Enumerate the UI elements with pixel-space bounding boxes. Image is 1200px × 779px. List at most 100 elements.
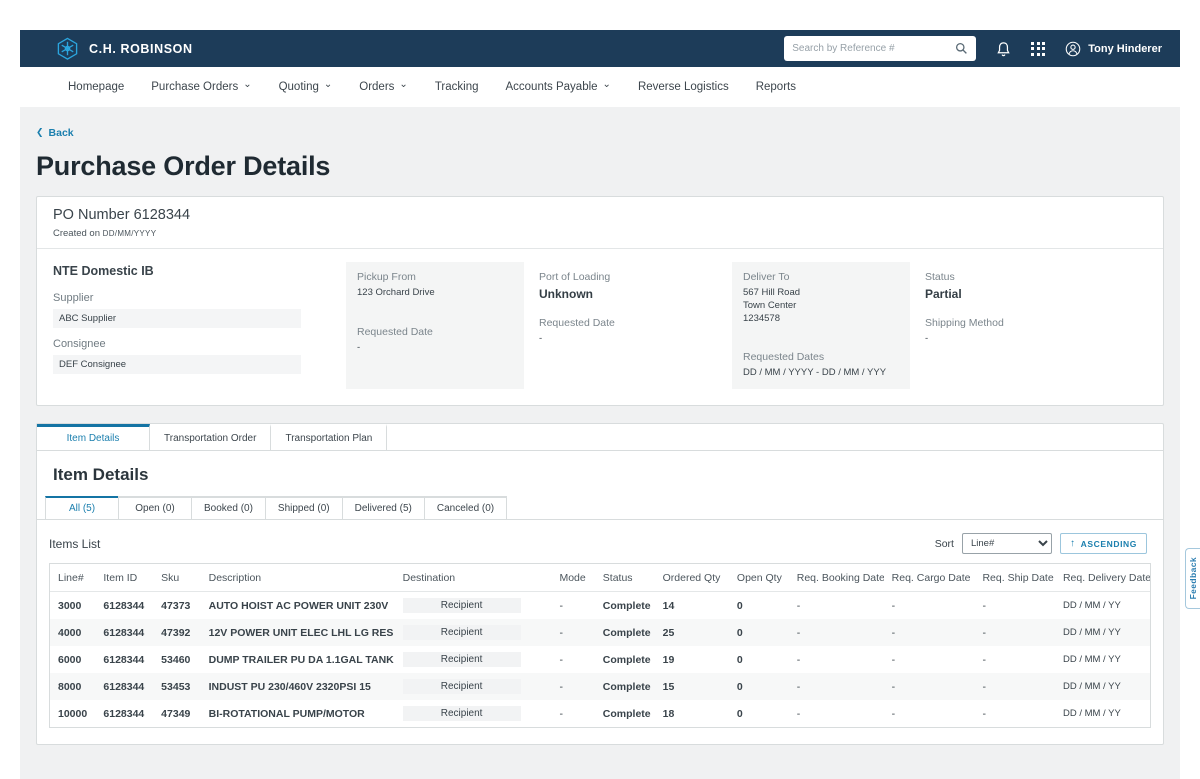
- cell-req-delivery-date: DD / MM / YY: [1055, 619, 1150, 646]
- cell-status: Complete: [595, 673, 655, 700]
- chevron-down-icon: ⌄: [603, 82, 611, 88]
- nav-label: Accounts Payable: [505, 81, 597, 93]
- cell-open-qty: 0: [729, 673, 789, 700]
- brand-logo[interactable]: C.H. ROBINSON: [56, 37, 193, 60]
- cell-req-delivery-date: DD / MM / YY: [1055, 700, 1150, 727]
- sort-direction-button[interactable]: ↑ ASCENDING: [1060, 533, 1147, 554]
- cell-item-id: 6128344: [95, 592, 153, 620]
- tab-label: Transportation Order: [164, 433, 256, 444]
- items-table: Line# Item ID Sku Description Destinatio…: [50, 564, 1150, 727]
- nav-item-reports[interactable]: Reports: [756, 81, 796, 93]
- arrow-up-icon: ↑: [1070, 538, 1076, 549]
- nav-label: Tracking: [435, 81, 479, 93]
- supplier-label: Supplier: [53, 292, 331, 304]
- table-row[interactable]: 3000 6128344 47373 AUTO HOIST AC POWER U…: [50, 592, 1150, 620]
- table-row[interactable]: 4000 6128344 47392 12V POWER UNIT ELEC L…: [50, 619, 1150, 646]
- cell-destination: Recipient: [395, 619, 552, 646]
- port-of-loading-label: Port of Loading: [539, 271, 717, 283]
- cell-req-delivery-date: DD / MM / YY: [1055, 673, 1150, 700]
- nav-item-quoting[interactable]: Quoting ⌄: [279, 81, 333, 93]
- sort-select[interactable]: Line#: [962, 533, 1052, 554]
- filter-tab-label: Canceled (0): [437, 503, 494, 514]
- port-of-loading-value: Unknown: [539, 287, 717, 301]
- chevron-down-icon: ⌄: [324, 82, 332, 88]
- nav-item-accounts-payable[interactable]: Accounts Payable ⌄: [505, 81, 610, 93]
- cell-item-id: 6128344: [95, 619, 153, 646]
- notifications-bell-icon[interactable]: [996, 41, 1011, 57]
- col-open-qty: Open Qty: [729, 564, 789, 592]
- brand-name: C.H. ROBINSON: [89, 42, 193, 56]
- search-input[interactable]: [792, 43, 955, 54]
- filter-tab-open[interactable]: Open (0): [118, 496, 192, 519]
- nav-item-orders[interactable]: Orders ⌄: [359, 81, 408, 93]
- cell-description: BI-ROTATIONAL PUMP/MOTOR: [201, 700, 395, 727]
- table-row[interactable]: 10000 6128344 47349 BI-ROTATIONAL PUMP/M…: [50, 700, 1150, 727]
- cell-item-id: 6128344: [95, 700, 153, 727]
- shipping-method-label: Shipping Method: [925, 317, 1004, 329]
- item-filter-tabs: All (5) Open (0) Booked (0) Shipped (0) …: [37, 496, 1163, 520]
- filter-tab-booked[interactable]: Booked (0): [191, 496, 266, 519]
- app-grid-icon[interactable]: [1031, 42, 1045, 56]
- tab-transportation-plan[interactable]: Transportation Plan: [271, 424, 387, 450]
- global-search[interactable]: [784, 36, 976, 61]
- nav-label: Orders: [359, 81, 394, 93]
- cell-ordered-qty: 19: [655, 646, 729, 673]
- table-row[interactable]: 8000 6128344 53453 INDUST PU 230/460V 23…: [50, 673, 1150, 700]
- port-of-loading-column: Port of Loading Unknown Requested Date -: [539, 262, 717, 389]
- shipping-method-value: -: [925, 333, 1004, 346]
- destination-value: Recipient: [403, 679, 521, 694]
- filter-tab-shipped[interactable]: Shipped (0): [265, 496, 343, 519]
- cell-description: AUTO HOIST AC POWER UNIT 230V: [201, 592, 395, 620]
- filter-tab-canceled[interactable]: Canceled (0): [424, 496, 507, 519]
- cell-line: 4000: [50, 619, 95, 646]
- filter-tab-delivered[interactable]: Delivered (5): [342, 496, 425, 519]
- user-menu[interactable]: Tony Hinderer: [1065, 41, 1162, 57]
- pickup-from-label: Pickup From: [357, 271, 513, 283]
- table-row[interactable]: 6000 6128344 53460 DUMP TRAILER PU DA 1.…: [50, 646, 1150, 673]
- filter-tab-all[interactable]: All (5): [45, 496, 119, 519]
- port-requested-date-label: Requested Date: [539, 317, 717, 329]
- tab-item-details[interactable]: Item Details: [37, 424, 150, 450]
- po-card-columns: NTE Domestic IB Supplier ABC Supplier Co…: [37, 249, 1163, 405]
- col-req-delivery-date: Req. Delivery Date: [1055, 564, 1150, 592]
- nav-item-reverse-logistics[interactable]: Reverse Logistics: [638, 81, 729, 93]
- chevron-down-icon: ⌄: [243, 82, 251, 88]
- filter-tab-label: Open (0): [135, 503, 174, 514]
- items-list-header: Items List Sort Line# ↑ ASCENDING: [37, 520, 1163, 563]
- col-mode: Mode: [551, 564, 594, 592]
- cell-destination: Recipient: [395, 646, 552, 673]
- col-req-cargo-date: Req. Cargo Date: [884, 564, 975, 592]
- cell-line: 10000: [50, 700, 95, 727]
- po-parties-column: NTE Domestic IB Supplier ABC Supplier Co…: [53, 262, 331, 389]
- cell-sku: 53460: [153, 646, 200, 673]
- search-icon[interactable]: [955, 42, 968, 55]
- cell-req-ship-date: -: [974, 646, 1054, 673]
- cell-ordered-qty: 18: [655, 700, 729, 727]
- user-avatar-icon: [1065, 41, 1081, 57]
- created-on-label: Created on: [53, 228, 100, 239]
- cell-description: DUMP TRAILER PU DA 1.1GAL TANK: [201, 646, 395, 673]
- col-description: Description: [201, 564, 395, 592]
- feedback-button[interactable]: Feedback: [1185, 548, 1200, 609]
- feedback-label: Feedback: [1188, 557, 1198, 599]
- cell-status: Complete: [595, 592, 655, 620]
- cell-mode: -: [551, 592, 594, 620]
- back-link[interactable]: ❮ Back: [36, 127, 74, 139]
- back-chevron-icon: ❮: [36, 127, 44, 138]
- nav-label: Reports: [756, 81, 796, 93]
- col-req-booking-date: Req. Booking Date: [789, 564, 884, 592]
- cell-sku: 53453: [153, 673, 200, 700]
- cell-req-cargo-date: -: [884, 619, 975, 646]
- col-sku: Sku: [153, 564, 200, 592]
- nav-item-homepage[interactable]: Homepage: [68, 81, 124, 93]
- nav-item-purchase-orders[interactable]: Purchase Orders ⌄: [151, 81, 251, 93]
- cell-ordered-qty: 25: [655, 619, 729, 646]
- nav-label: Quoting: [279, 81, 319, 93]
- deliver-to-line-3: 1234578: [743, 313, 899, 326]
- tab-transportation-order[interactable]: Transportation Order: [150, 424, 271, 450]
- port-requested-date-value: -: [539, 333, 717, 346]
- cell-req-delivery-date: DD / MM / YY: [1055, 646, 1150, 673]
- cell-ordered-qty: 15: [655, 673, 729, 700]
- created-on-value: DD/MM/YYYY: [103, 229, 157, 238]
- nav-item-tracking[interactable]: Tracking: [435, 81, 479, 93]
